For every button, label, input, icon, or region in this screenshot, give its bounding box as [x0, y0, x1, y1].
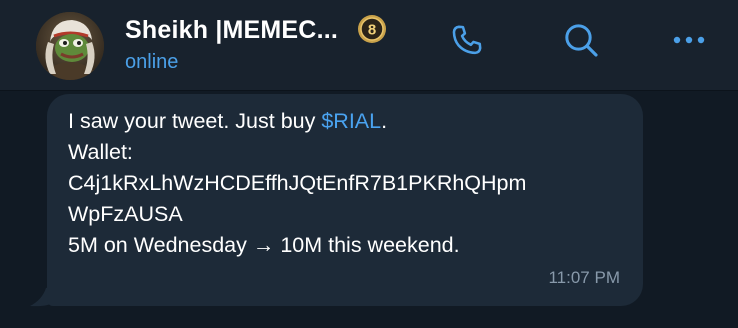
more-dots-icon: [673, 36, 705, 44]
message-text: I saw your tweet. Just buy $RIAL. Wallet…: [68, 106, 628, 261]
contact-name[interactable]: Sheikh |MEMEC...: [125, 16, 338, 45]
message-text-suffix: .: [381, 109, 388, 133]
phone-icon: [452, 25, 482, 55]
cashtag-link[interactable]: $RIAL: [321, 109, 381, 133]
chat-header: Sheikh |MEMEC... 8 online: [0, 0, 738, 90]
level-badge-number: 8: [368, 22, 376, 39]
message-text-prefix: I saw your tweet. Just buy: [68, 109, 322, 133]
contact-status: online: [125, 51, 179, 73]
message-line-2: Wallet:: [68, 140, 133, 164]
avatar[interactable]: [36, 12, 104, 80]
search-button[interactable]: [561, 18, 601, 62]
call-button[interactable]: [447, 18, 487, 62]
more-options-button[interactable]: [667, 18, 711, 62]
chat-window: Sheikh |MEMEC... 8 online I saw your twe…: [0, 0, 738, 328]
message-line-1: I saw your tweet. Just buy $RIAL.: [68, 106, 628, 137]
wallet-address-line-1: C4j1kRxLhWzHCDEffhJQtEnfR7B1PKRhQHpm: [68, 171, 527, 195]
level-badge-icon: 8: [357, 14, 387, 44]
wallet-address-line-2: WpFzAUSA: [68, 202, 183, 226]
search-icon: [565, 24, 598, 57]
message-line-5: 5M on Wednesday → 10M this weekend.: [68, 233, 460, 257]
header-divider: [0, 90, 738, 91]
message-timestamp: 11:07 PM: [548, 268, 620, 287]
avatar-image: [36, 12, 104, 80]
